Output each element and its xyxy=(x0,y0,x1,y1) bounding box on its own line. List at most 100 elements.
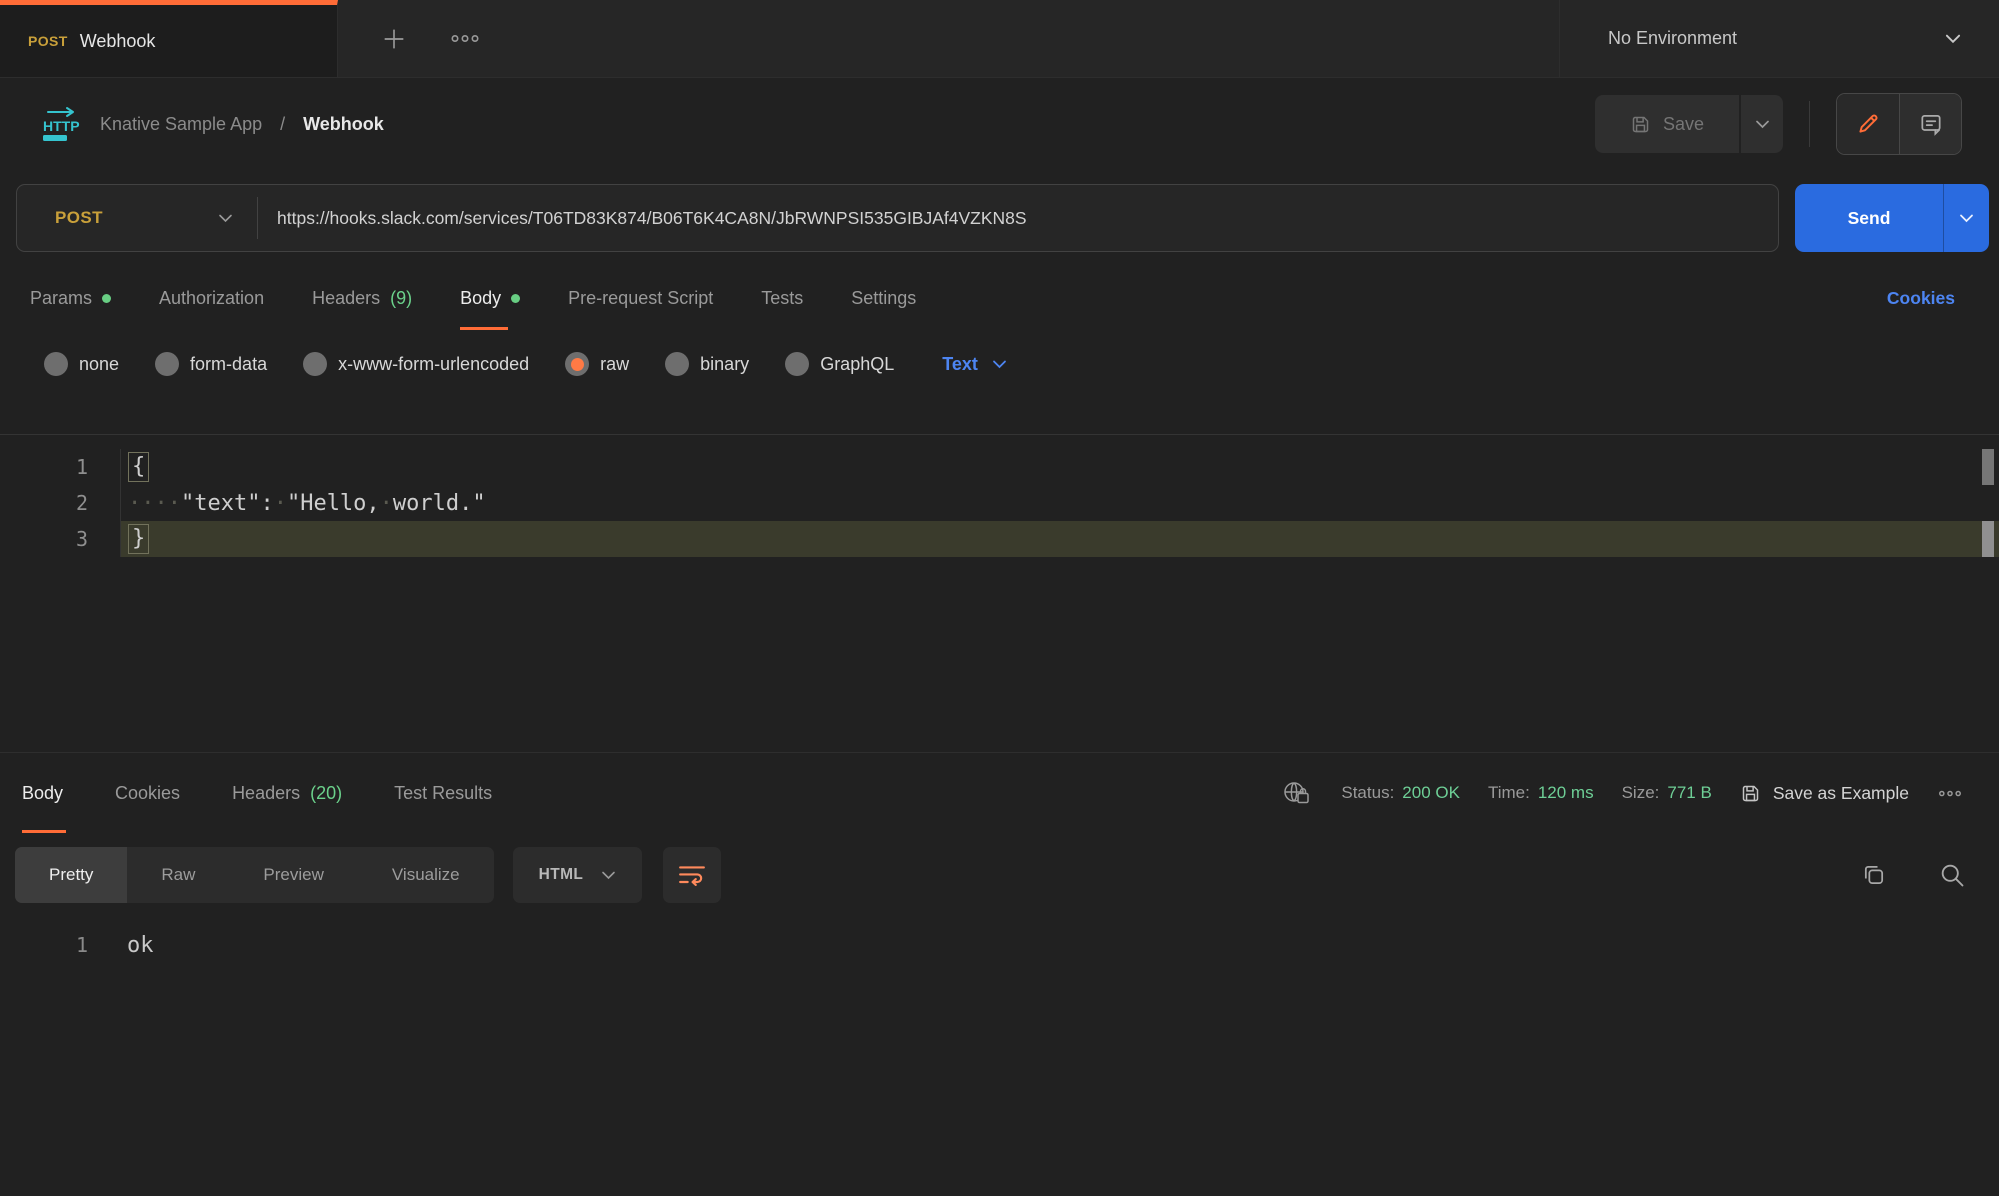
cookies-link[interactable]: Cookies xyxy=(1887,288,1955,309)
view-preview[interactable]: Preview xyxy=(229,847,357,903)
comments-button[interactable] xyxy=(1899,94,1961,154)
response-meta: Status: 200 OK Time: 120 ms Size: 771 B … xyxy=(1281,779,1963,807)
tab-body[interactable]: Body xyxy=(460,266,520,330)
http-request-icon: HTTP xyxy=(40,106,82,142)
view-pretty[interactable]: Pretty xyxy=(15,847,127,903)
breadcrumb-collection[interactable]: Knative Sample App xyxy=(100,114,262,135)
plus-icon xyxy=(380,25,408,53)
raw-format-selector[interactable]: Text xyxy=(942,354,1007,375)
copy-response-button[interactable] xyxy=(1860,861,1888,889)
body-type-graphql-label: GraphQL xyxy=(820,354,894,375)
body-type-form-data[interactable]: form-data xyxy=(155,352,267,376)
response-tab-body[interactable]: Body xyxy=(22,753,63,833)
editor-line-3-current[interactable]: 3 } xyxy=(0,521,1999,557)
edit-request-button[interactable] xyxy=(1837,94,1899,154)
time-indicator[interactable]: Time: 120 ms xyxy=(1488,783,1594,803)
response-toolbar: Pretty Raw Preview Visualize HTML xyxy=(0,833,1999,917)
editor-scrollbar-mark[interactable] xyxy=(1982,521,1994,557)
request-tab-strip: POST Webhook No Environment xyxy=(0,0,1999,78)
view-visualize[interactable]: Visualize xyxy=(358,847,494,903)
radio-icon xyxy=(665,352,689,376)
tab-body-label: Body xyxy=(460,288,501,309)
header-divider xyxy=(1809,101,1810,147)
view-raw[interactable]: Raw xyxy=(127,847,229,903)
tab-tests[interactable]: Tests xyxy=(761,266,803,330)
radio-icon xyxy=(44,352,68,376)
tab-headers[interactable]: Headers (9) xyxy=(312,266,412,330)
tab-options-button[interactable] xyxy=(450,33,480,44)
response-tab-headers-label: Headers xyxy=(232,783,300,804)
send-button[interactable]: Send xyxy=(1795,184,1943,252)
response-body-content: ok xyxy=(127,933,154,958)
body-type-graphql[interactable]: GraphQL xyxy=(785,352,894,376)
search-response-button[interactable] xyxy=(1938,861,1966,889)
save-as-example-label: Save as Example xyxy=(1773,783,1909,804)
response-format-selector[interactable]: HTML xyxy=(513,847,643,903)
response-tools-right xyxy=(1860,861,1966,889)
response-tab-test-results-label: Test Results xyxy=(394,783,492,804)
new-tab-button[interactable] xyxy=(380,25,408,53)
whitespace-dots: ···· xyxy=(128,491,181,516)
editor-line-1[interactable]: 1 { xyxy=(0,449,1999,485)
tab-settings[interactable]: Settings xyxy=(851,266,916,330)
save-button-label: Save xyxy=(1663,114,1704,135)
editor-code-line: { xyxy=(120,449,1999,485)
body-type-binary[interactable]: binary xyxy=(665,352,749,376)
response-options-button[interactable] xyxy=(1937,789,1963,798)
status-indicator[interactable]: Status: 200 OK xyxy=(1341,783,1460,803)
size-indicator[interactable]: Size: 771 B xyxy=(1622,783,1712,803)
tab-authorization[interactable]: Authorization xyxy=(159,266,264,330)
header-actions: Save xyxy=(1595,93,1962,155)
method-selector[interactable]: POST xyxy=(17,208,257,228)
send-options-button[interactable] xyxy=(1943,184,1989,252)
body-type-x-www-form-urlencoded[interactable]: x-www-form-urlencoded xyxy=(303,352,529,376)
view-preview-label: Preview xyxy=(263,865,323,885)
body-modified-dot xyxy=(511,294,520,303)
status-value: 200 OK xyxy=(1402,783,1460,803)
headers-count-badge: (9) xyxy=(390,288,412,309)
tab-params-label: Params xyxy=(30,288,92,309)
tab-authorization-label: Authorization xyxy=(159,288,264,309)
breadcrumb-request-name[interactable]: Webhook xyxy=(303,114,384,135)
wrap-lines-button[interactable] xyxy=(663,847,721,903)
open-request-tab[interactable]: POST Webhook xyxy=(0,0,338,77)
tab-pre-request-script[interactable]: Pre-request Script xyxy=(568,266,713,330)
editor-line-2[interactable]: 2 ····"text":·"Hello,·world." xyxy=(0,485,1999,521)
documentation-button-group xyxy=(1836,93,1962,155)
body-type-raw-label: raw xyxy=(600,354,629,375)
more-options-icon xyxy=(1937,789,1963,798)
size-value: 771 B xyxy=(1667,783,1711,803)
editor-scrollbar-thumb[interactable] xyxy=(1982,449,1994,485)
response-tab-test-results[interactable]: Test Results xyxy=(394,753,492,833)
chevron-down-icon xyxy=(1945,34,1961,44)
params-modified-dot xyxy=(102,294,111,303)
environment-selector[interactable]: No Environment xyxy=(1559,0,1999,77)
more-options-icon xyxy=(450,33,480,44)
breadcrumb: HTTP Knative Sample App / Webhook xyxy=(40,106,384,142)
save-button[interactable]: Save xyxy=(1595,95,1739,153)
editor-code-line: } xyxy=(120,521,1999,557)
body-type-none[interactable]: none xyxy=(44,352,119,376)
body-type-none-label: none xyxy=(79,354,119,375)
line-number: 2 xyxy=(0,485,88,521)
save-as-example-button[interactable]: Save as Example xyxy=(1740,783,1909,804)
request-body-editor[interactable]: 1 { 2 ····"text":·"Hello,·world." 3 } xyxy=(0,434,1999,753)
url-input[interactable]: https://hooks.slack.com/services/T06TD83… xyxy=(258,208,1027,229)
status-label: Status: xyxy=(1341,783,1394,803)
chevron-down-icon xyxy=(1755,120,1770,129)
save-options-button[interactable] xyxy=(1741,95,1783,153)
search-icon xyxy=(1938,861,1966,889)
body-type-form-data-label: form-data xyxy=(190,354,267,375)
body-type-raw[interactable]: raw xyxy=(565,352,629,376)
json-key: "text": xyxy=(181,491,274,516)
active-response-tab-underline xyxy=(22,830,66,833)
save-button-group: Save xyxy=(1595,95,1783,153)
response-tabs-row: Body Cookies Headers (20) Test Results S… xyxy=(0,753,1999,833)
line-number: 1 xyxy=(0,449,88,485)
json-value: "Hello, xyxy=(287,491,380,516)
response-tab-headers[interactable]: Headers (20) xyxy=(232,753,342,833)
tab-params[interactable]: Params xyxy=(30,266,111,330)
response-tab-cookies[interactable]: Cookies xyxy=(115,753,180,833)
response-body-viewer[interactable]: 1 ok xyxy=(0,927,1999,963)
network-globe-lock-icon xyxy=(1281,779,1313,807)
